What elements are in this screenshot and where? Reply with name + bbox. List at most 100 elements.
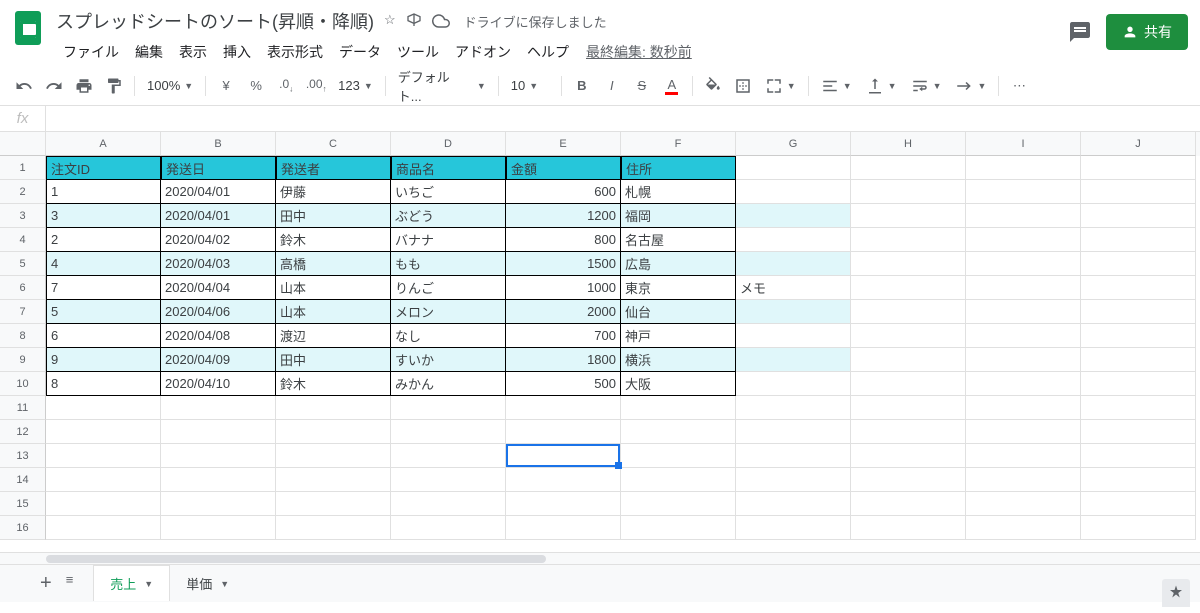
text-rotation-button[interactable]: ▼ [949,72,992,100]
cell-B2[interactable]: 2020/04/01 [161,180,276,204]
explore-button[interactable] [1162,579,1190,607]
row-header-12[interactable]: 12 [0,420,46,444]
cell-H8[interactable] [851,324,966,348]
borders-button[interactable] [729,72,757,100]
menu-挿入[interactable]: 挿入 [216,38,258,66]
cell-B3[interactable]: 2020/04/01 [161,204,276,228]
cell-A11[interactable] [46,396,161,420]
star-icon[interactable]: ☆ [384,12,396,30]
cell-I15[interactable] [966,492,1081,516]
cell-E16[interactable] [506,516,621,540]
menu-ヘルプ[interactable]: ヘルプ [520,38,576,66]
cell-I2[interactable] [966,180,1081,204]
cell-C11[interactable] [276,396,391,420]
cell-A10[interactable]: 8 [46,372,161,396]
cell-B10[interactable]: 2020/04/10 [161,372,276,396]
cell-D12[interactable] [391,420,506,444]
cell-J6[interactable] [1081,276,1196,300]
cell-J4[interactable] [1081,228,1196,252]
cell-A13[interactable] [46,444,161,468]
cell-D1[interactable]: 商品名 [391,156,506,180]
cell-C5[interactable]: 高橋 [276,252,391,276]
cell-G9[interactable] [736,348,851,372]
row-header-13[interactable]: 13 [0,444,46,468]
redo-button[interactable] [40,72,68,100]
cell-D9[interactable]: すいか [391,348,506,372]
cell-B9[interactable]: 2020/04/09 [161,348,276,372]
cell-F3[interactable]: 福岡 [621,204,736,228]
decrease-decimal-button[interactable]: .0↓ [272,72,300,100]
strikethrough-button[interactable]: S [628,72,656,100]
cell-G12[interactable] [736,420,851,444]
column-header-H[interactable]: H [851,132,966,156]
share-button[interactable]: 共有 [1106,14,1188,50]
cell-J16[interactable] [1081,516,1196,540]
cell-J15[interactable] [1081,492,1196,516]
cell-F16[interactable] [621,516,736,540]
cell-H6[interactable] [851,276,966,300]
undo-button[interactable] [10,72,38,100]
font-size-dropdown[interactable]: 10▼ [505,72,555,100]
cell-J14[interactable] [1081,468,1196,492]
column-header-C[interactable]: C [276,132,391,156]
cell-B7[interactable]: 2020/04/06 [161,300,276,324]
text-wrap-button[interactable]: ▼ [905,72,948,100]
row-header-8[interactable]: 8 [0,324,46,348]
text-color-button[interactable]: A [658,72,686,100]
cell-J9[interactable] [1081,348,1196,372]
move-icon[interactable] [406,12,422,30]
cell-D7[interactable]: メロン [391,300,506,324]
cell-F1[interactable]: 住所 [621,156,736,180]
cell-I10[interactable] [966,372,1081,396]
cell-C15[interactable] [276,492,391,516]
cell-F9[interactable]: 横浜 [621,348,736,372]
cell-G4[interactable] [736,228,851,252]
cell-G8[interactable] [736,324,851,348]
row-header-10[interactable]: 10 [0,372,46,396]
row-header-14[interactable]: 14 [0,468,46,492]
cell-B8[interactable]: 2020/04/08 [161,324,276,348]
cell-B4[interactable]: 2020/04/02 [161,228,276,252]
cell-G2[interactable] [736,180,851,204]
cell-J3[interactable] [1081,204,1196,228]
cell-I12[interactable] [966,420,1081,444]
cloud-icon[interactable] [432,12,450,30]
menu-データ[interactable]: データ [332,38,388,66]
cell-E9[interactable]: 1800 [506,348,621,372]
more-button[interactable]: ⋯ [1005,72,1033,100]
cell-G6[interactable]: メモ [736,276,851,300]
cell-C12[interactable] [276,420,391,444]
row-header-3[interactable]: 3 [0,204,46,228]
cell-H9[interactable] [851,348,966,372]
cell-C4[interactable]: 鈴木 [276,228,391,252]
cell-A7[interactable]: 5 [46,300,161,324]
merge-cells-button[interactable]: ▼ [759,72,802,100]
cell-C1[interactable]: 発送者 [276,156,391,180]
menu-表示形式[interactable]: 表示形式 [260,38,330,66]
cell-F12[interactable] [621,420,736,444]
cell-D11[interactable] [391,396,506,420]
cell-B12[interactable] [161,420,276,444]
menu-ファイル[interactable]: ファイル [56,38,126,66]
cell-F13[interactable] [621,444,736,468]
cell-E2[interactable]: 600 [506,180,621,204]
cell-C6[interactable]: 山本 [276,276,391,300]
cell-B15[interactable] [161,492,276,516]
row-header-2[interactable]: 2 [0,180,46,204]
sheets-logo[interactable] [8,8,48,48]
cell-C16[interactable] [276,516,391,540]
cell-A12[interactable] [46,420,161,444]
cell-I8[interactable] [966,324,1081,348]
all-sheets-button[interactable]: ≡ [66,572,74,595]
cell-D14[interactable] [391,468,506,492]
cell-B16[interactable] [161,516,276,540]
cell-D6[interactable]: りんご [391,276,506,300]
cell-J13[interactable] [1081,444,1196,468]
font-dropdown[interactable]: デフォルト...▼ [392,72,492,100]
cell-B11[interactable] [161,396,276,420]
cell-G5[interactable] [736,252,851,276]
cell-A16[interactable] [46,516,161,540]
column-header-G[interactable]: G [736,132,851,156]
cell-C10[interactable]: 鈴木 [276,372,391,396]
cell-A4[interactable]: 2 [46,228,161,252]
